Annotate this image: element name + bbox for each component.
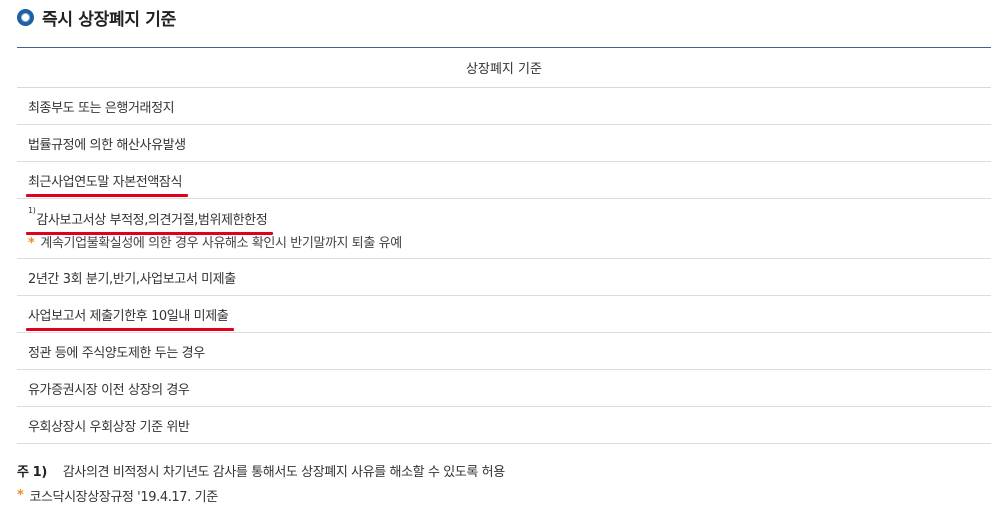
asterisk-icon: * <box>28 235 35 251</box>
criterion-cell: 1)감사보고서상 부적정,의견거절,범위제한한정 * 계속기업불확실성에 의한 경… <box>17 198 991 259</box>
footnote-label: 주 1) <box>17 465 47 480</box>
regulation-basis-text: 코스닥시장상장규정 '19.4.17. 기준 <box>29 490 218 505</box>
table-row: 최근사업연도말 자본전액잠식 <box>17 161 991 199</box>
criterion-text: 법률규정에 의한 해산사유발생 <box>28 137 186 153</box>
delisting-criteria-table: 상장폐지 기준 최종부도 또는 은행거래정지 법률규정에 의한 해산사유발생 최… <box>17 47 991 444</box>
table-row: 사업보고서 제출기한후 10일내 미제출 <box>17 295 991 333</box>
table-row: 유가증권시장 이전 상장의 경우 <box>17 369 991 407</box>
table-header-row: 상장폐지 기준 <box>17 47 991 88</box>
table-row: 1)감사보고서상 부적정,의견거절,범위제한한정 * 계속기업불확실성에 의한 경… <box>17 198 991 259</box>
column-header: 상장폐지 기준 <box>17 47 991 88</box>
criterion-cell: 법률규정에 의한 해산사유발생 <box>17 124 991 162</box>
criterion-text: 최종부도 또는 은행거래정지 <box>28 100 175 116</box>
criterion-cell: 최근사업연도말 자본전액잠식 <box>17 161 991 199</box>
criterion-cell: 우회상장시 우회상장 기준 위반 <box>17 406 991 444</box>
table-row: 2년간 3회 분기,반기,사업보고서 미제출 <box>17 258 991 296</box>
criterion-cell: 최종부도 또는 은행거래정지 <box>17 87 991 125</box>
regulation-basis: * 코스닥시장상장규정 '19.4.17. 기준 <box>17 486 218 505</box>
criterion-text: 우회상장시 우회상장 기준 위반 <box>28 419 190 435</box>
table-row: 최종부도 또는 은행거래정지 <box>17 87 991 125</box>
section-title: 즉시 상장폐지 기준 <box>42 9 176 30</box>
criterion-text-highlighted: 1)감사보고서상 부적정,의견거절,범위제한한정 <box>25 205 274 235</box>
criterion-text-highlighted: 최근사업연도말 자본전액잠식 <box>25 171 189 197</box>
table-row: 정관 등에 주식양도제한 두는 경우 <box>17 332 991 370</box>
criterion-cell: 유가증권시장 이전 상장의 경우 <box>17 369 991 407</box>
footnote: 주 1) 감사의견 비적정시 차기년도 감사를 통해서도 상장폐지 사유를 해소… <box>17 461 505 480</box>
section-header: 즉시 상장폐지 기준 <box>17 5 176 30</box>
criterion-text: 정관 등에 주식양도제한 두는 경우 <box>28 345 205 361</box>
criterion-text: 유가증권시장 이전 상장의 경우 <box>28 382 190 398</box>
criterion-cell: 2년간 3회 분기,반기,사업보고서 미제출 <box>17 258 991 296</box>
criterion-text-highlighted: 사업보고서 제출기한후 10일내 미제출 <box>25 305 235 331</box>
criterion-text: 2년간 3회 분기,반기,사업보고서 미제출 <box>28 271 236 287</box>
table-row: 법률규정에 의한 해산사유발생 <box>17 124 991 162</box>
sub-note-text: 계속기업불확실성에 의한 경우 사유해소 확인시 반기말까지 퇴출 유예 <box>40 235 402 251</box>
criterion-cell: 사업보고서 제출기한후 10일내 미제출 <box>17 295 991 333</box>
footnote-marker: 1) <box>28 205 36 215</box>
table-row: 우회상장시 우회상장 기준 위반 <box>17 406 991 444</box>
circle-bullet-icon <box>17 8 34 26</box>
criterion-cell: 정관 등에 주식양도제한 두는 경우 <box>17 332 991 370</box>
footnote-text: 감사의견 비적정시 차기년도 감사를 통해서도 상장폐지 사유를 해소할 수 있… <box>62 465 505 480</box>
asterisk-icon: * <box>17 488 24 503</box>
criterion-text: 감사보고서상 부적정,의견거절,범위제한한정 <box>36 212 268 228</box>
